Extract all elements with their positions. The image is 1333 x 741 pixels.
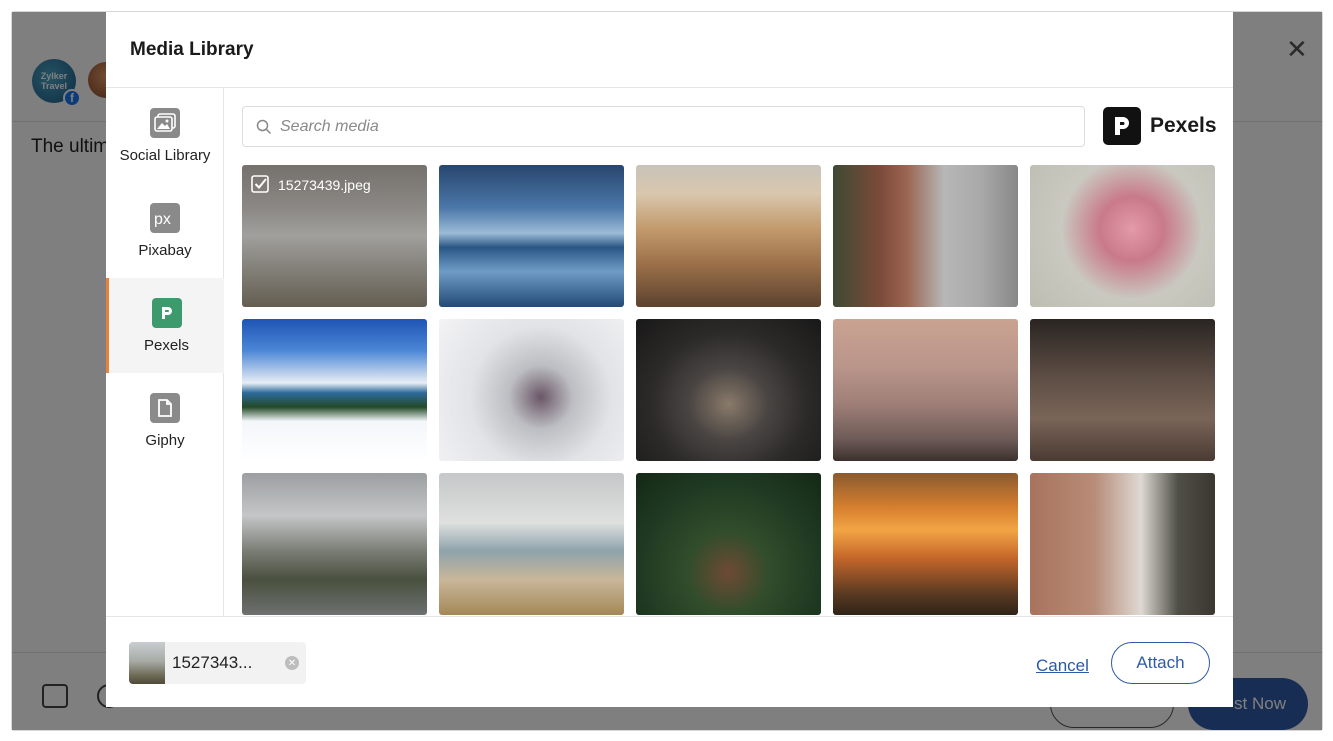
media-tile[interactable] [636,319,821,461]
sidebar-item-pexels[interactable]: Pexels [106,278,224,373]
media-tile[interactable] [833,165,1018,307]
image-library-icon [150,107,180,138]
media-tile[interactable] [833,473,1018,615]
modal-footer: 1527343... ✕ Cancel Attach [106,616,1233,707]
pexels-logo-icon [1103,107,1141,145]
media-tile[interactable]: 15273439.jpeg [242,165,427,307]
modal-title: Media Library [130,39,254,60]
pixabay-icon: px [150,202,180,233]
media-tile[interactable] [1030,319,1215,461]
selected-media-name: 1527343... [172,653,253,672]
media-tile[interactable] [242,319,427,461]
selected-media-thumbnail [129,642,165,684]
source-sidebar: Social Library px Pixabay Pexels Giphy [106,88,224,616]
media-tile[interactable] [1030,473,1215,615]
attach-button[interactable]: Attach [1111,642,1210,684]
media-tile[interactable] [636,165,821,307]
sidebar-item-pixabay[interactable]: px Pixabay [106,183,224,278]
media-tile[interactable] [439,473,624,615]
sidebar-item-label: Pixabay [138,241,192,259]
media-tile[interactable] [636,473,821,615]
remove-icon[interactable]: ✕ [285,656,299,670]
svg-text:px: px [154,211,171,227]
selected-media-chip: 1527343... ✕ [129,642,306,684]
checkbox-checked-icon[interactable] [251,175,269,193]
sidebar-item-giphy[interactable]: Giphy [106,373,224,468]
sidebar-item-label: Social Library [119,146,211,164]
media-tile[interactable] [1030,165,1215,307]
sidebar-item-social-library[interactable]: Social Library [106,88,224,183]
media-tile[interactable] [439,319,624,461]
pexels-icon [151,297,182,328]
giphy-icon [150,392,180,423]
cancel-button[interactable]: Cancel [1036,656,1089,676]
provider-brand: Pexels [1103,107,1217,145]
media-library-modal: Media Library Social Library px Pixabay … [106,12,1233,707]
search-input[interactable] [280,117,1060,136]
provider-name: Pexels [1150,114,1217,137]
media-tile[interactable] [833,319,1018,461]
search-box [242,106,1085,147]
media-filename: 15273439.jpeg [278,177,371,193]
media-tile[interactable] [439,165,624,307]
media-tile[interactable] [242,473,427,615]
search-icon [256,119,272,134]
sidebar-item-label: Giphy [145,431,185,449]
sidebar-item-label: Pexels [143,336,190,354]
media-grid: 15273439.jpeg [242,165,1218,616]
modal-header: Media Library [106,12,1233,88]
